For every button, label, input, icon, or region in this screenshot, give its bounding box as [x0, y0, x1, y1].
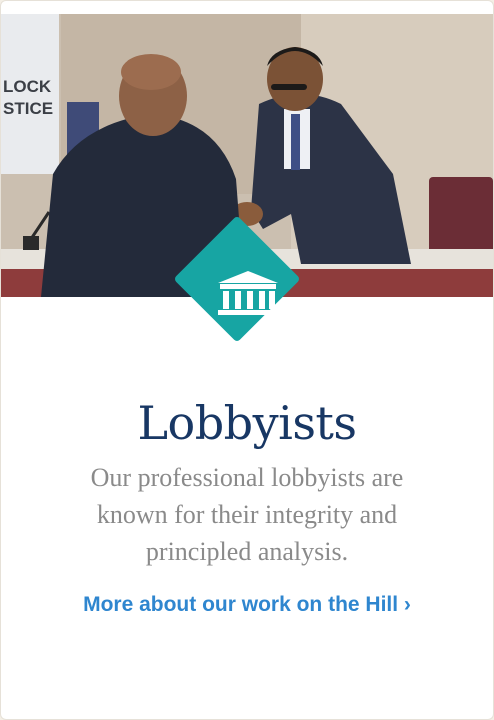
lobbyists-card: LOCK STICE Lobbyists Our professional lo… — [0, 0, 494, 720]
card-title: Lobbyists — [137, 396, 357, 450]
capitol-building-icon — [218, 271, 278, 315]
more-about-hill-link[interactable]: More about our work on the Hill › — [1, 589, 493, 621]
photo-screen-text-1: LOCK — [3, 77, 52, 96]
photo-screen-text-2: STICE — [3, 99, 53, 118]
card-description: Our professional lobbyists are known for… — [90, 463, 404, 566]
